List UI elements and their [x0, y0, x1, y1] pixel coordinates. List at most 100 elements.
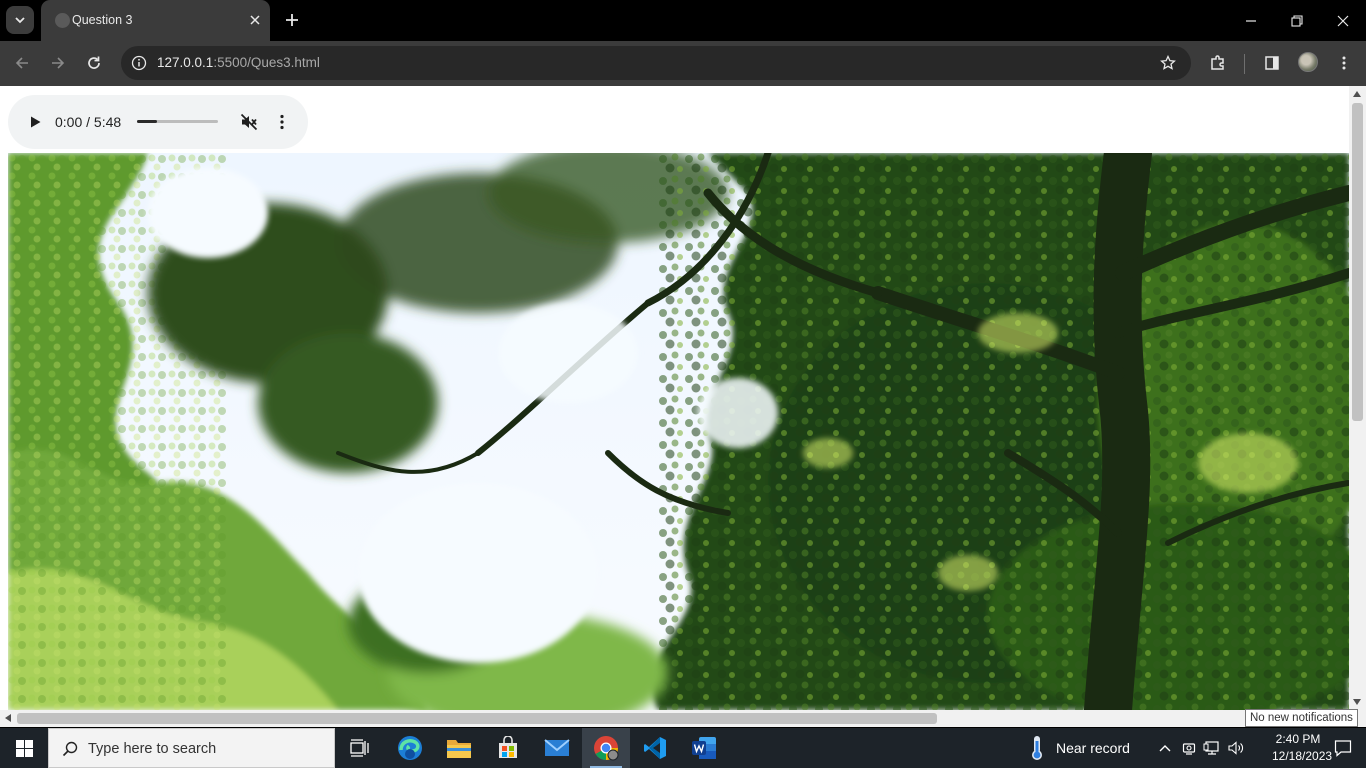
speaker-icon — [1228, 741, 1243, 755]
thermometer-icon — [1032, 736, 1042, 760]
url-text: 127.0.0.1:5500/Ques3.html — [157, 55, 320, 70]
address-bar[interactable]: 127.0.0.1:5500/Ques3.html — [121, 46, 1191, 80]
url-path: :5500/Ques3.html — [213, 55, 320, 70]
tab-close-button[interactable] — [246, 11, 264, 29]
webcam-icon — [1182, 743, 1196, 755]
tree-canopy-image — [8, 153, 1349, 710]
task-view-button[interactable] — [336, 728, 384, 768]
chrome-icon — [594, 736, 619, 761]
vertical-scrollbar-thumb[interactable] — [1352, 103, 1363, 421]
weather-widget[interactable]: Near record — [1028, 728, 1130, 768]
play-icon — [31, 116, 41, 128]
scroll-down-arrow[interactable] — [1352, 697, 1362, 707]
show-hidden-icons-button[interactable] — [1154, 728, 1176, 768]
puzzle-icon — [1211, 55, 1224, 70]
start-button[interactable] — [0, 728, 48, 768]
chevron-down-icon — [15, 17, 25, 24]
windows-logo-icon — [15, 739, 33, 757]
notification-center-button[interactable] — [1320, 728, 1366, 768]
mail-app[interactable] — [533, 728, 581, 768]
network-icon — [1203, 741, 1219, 755]
tab-question-3[interactable]: Question 3 — [41, 0, 270, 41]
audio-time: 0:00 / 5:48 — [55, 114, 122, 130]
clock-date: 12/18/2023 — [1272, 749, 1333, 763]
windows-taskbar: Type here to search Near record 2:40 PM … — [0, 728, 1366, 768]
word-icon — [692, 737, 716, 759]
edge-app[interactable] — [386, 728, 434, 768]
page-viewport: 0:00 / 5:48 — [0, 86, 1349, 710]
audio-options-button[interactable] — [270, 110, 294, 134]
network-button[interactable] — [1201, 728, 1223, 768]
horizontal-scrollbar[interactable] — [0, 710, 1366, 727]
side-panel-icon — [1265, 56, 1279, 70]
taskbar-search-placeholder: Type here to search — [88, 741, 217, 757]
triangle-down-icon — [1353, 699, 1361, 705]
back-button[interactable] — [8, 49, 36, 77]
tab-search-button[interactable] — [6, 6, 34, 34]
store-icon — [499, 736, 517, 758]
minimize-button[interactable] — [1228, 0, 1274, 41]
info-icon — [131, 55, 147, 71]
side-panel-button[interactable] — [1258, 49, 1286, 77]
vs-code-app[interactable] — [631, 728, 679, 768]
mute-button[interactable] — [237, 110, 261, 134]
triangle-up-icon — [1353, 91, 1361, 97]
reload-icon — [88, 56, 100, 69]
browser-toolbar: 127.0.0.1:5500/Ques3.html — [0, 41, 1366, 86]
weather-text: Near record — [1056, 740, 1130, 756]
minimize-icon — [1246, 19, 1256, 22]
close-icon — [250, 15, 260, 25]
url-host: 127.0.0.1 — [157, 55, 214, 70]
kebab-menu-icon — [1342, 56, 1346, 70]
toolbar-divider — [1244, 54, 1245, 74]
new-tab-button[interactable] — [280, 8, 304, 32]
microsoft-store-app[interactable] — [484, 728, 532, 768]
folder-icon — [447, 740, 471, 758]
volume-muted-icon — [240, 113, 258, 131]
tray-app-button[interactable] — [1178, 728, 1200, 768]
profile-avatar[interactable] — [1298, 52, 1318, 72]
scroll-left-arrow[interactable] — [3, 713, 13, 723]
notification-tooltip: No new notifications — [1245, 709, 1358, 727]
volume-slider[interactable] — [137, 120, 218, 123]
close-window-button[interactable] — [1320, 0, 1366, 41]
restore-icon — [1291, 14, 1303, 27]
extensions-button[interactable] — [1204, 49, 1232, 77]
edge-icon — [398, 736, 422, 760]
bookmark-button[interactable] — [1157, 52, 1179, 74]
vs-code-icon — [644, 737, 666, 759]
scroll-up-arrow[interactable] — [1352, 89, 1362, 99]
audio-player: 0:00 / 5:48 — [8, 95, 308, 149]
taskbar-search-box[interactable]: Type here to search — [48, 728, 335, 768]
tree-canopy-photo — [8, 153, 1349, 710]
arrow-right-icon — [52, 57, 65, 69]
tab-title: Question 3 — [72, 13, 133, 27]
search-icon — [60, 739, 80, 759]
volume-slider-fill — [137, 120, 158, 123]
site-info-button[interactable] — [127, 51, 151, 75]
horizontal-scrollbar-thumb[interactable] — [17, 713, 937, 724]
triangle-left-icon — [5, 714, 11, 722]
forward-button[interactable] — [44, 49, 72, 77]
chrome-app[interactable] — [582, 728, 630, 768]
volume-button[interactable] — [1225, 728, 1247, 768]
plus-icon — [286, 14, 298, 26]
chevron-up-icon — [1159, 745, 1171, 752]
taskbar-clock[interactable]: 2:40 PM 12/18/2023 — [1272, 731, 1333, 765]
tab-strip: Question 3 — [0, 0, 1366, 41]
star-icon — [1160, 55, 1176, 70]
task-view-icon — [350, 739, 369, 757]
reload-button[interactable] — [80, 49, 108, 77]
vertical-scrollbar[interactable] — [1349, 86, 1366, 710]
arrow-left-icon — [15, 57, 28, 69]
notification-icon — [1334, 740, 1352, 757]
menu-button[interactable] — [1330, 49, 1358, 77]
play-button[interactable] — [24, 111, 46, 133]
word-app[interactable] — [680, 728, 728, 768]
clock-time: 2:40 PM — [1275, 732, 1321, 746]
kebab-menu-icon — [280, 114, 284, 130]
close-icon — [1337, 15, 1349, 26]
globe-icon — [55, 13, 70, 28]
file-explorer-app[interactable] — [435, 728, 483, 768]
restore-button[interactable] — [1274, 0, 1320, 41]
